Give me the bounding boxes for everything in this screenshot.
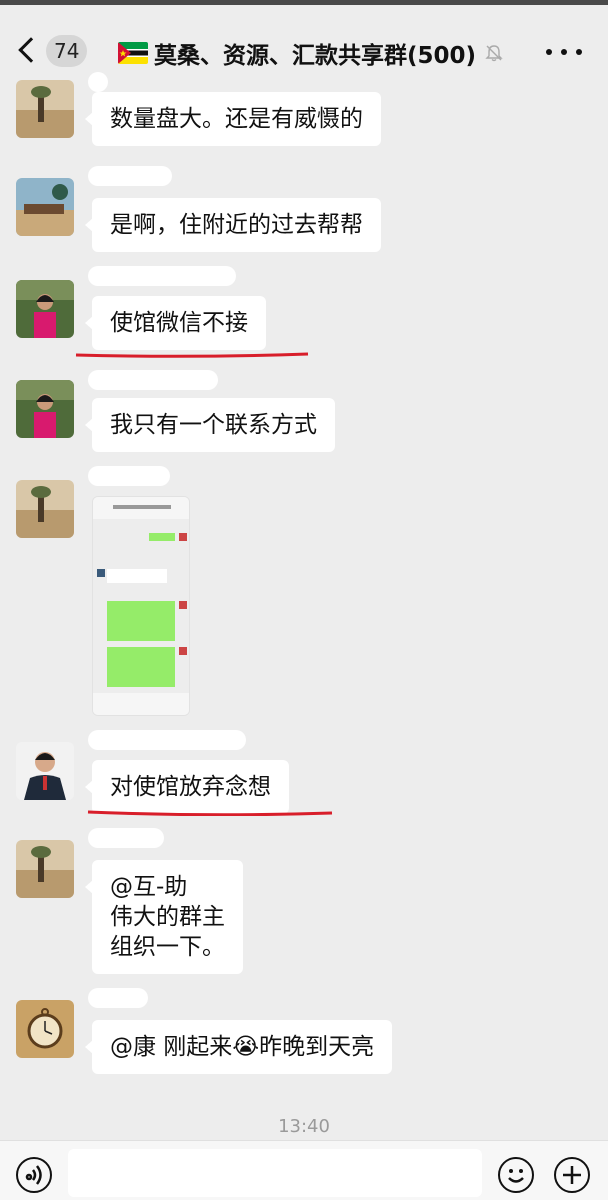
emoji-icon[interactable] xyxy=(498,1157,534,1193)
landscape-horse-avatar[interactable] xyxy=(16,80,74,138)
message-bubble[interactable]: @康 刚起来😭昨晚到天亮 xyxy=(84,1020,393,1074)
red-underline-annotation xyxy=(75,352,309,358)
chat-screenshot-image[interactable] xyxy=(92,496,190,716)
more-dots-icon[interactable] xyxy=(546,49,582,59)
nickname-blurred xyxy=(88,988,148,1008)
message-bubble[interactable]: 是啊，住附近的过去帮帮 xyxy=(85,198,381,252)
nickname-blurred xyxy=(88,72,108,92)
beach-avatar[interactable] xyxy=(16,178,74,236)
landscape-horse-avatar[interactable] xyxy=(16,840,74,898)
landscape-horse-avatar[interactable] xyxy=(16,480,74,538)
mozambique-flag-icon xyxy=(118,42,148,64)
nickname-blurred xyxy=(88,166,172,186)
back-button[interactable]: 74 xyxy=(14,31,94,71)
unread-count-badge: 74 xyxy=(46,35,88,67)
woman-pink-avatar[interactable] xyxy=(16,280,74,338)
man-suit-avatar[interactable] xyxy=(16,742,74,800)
message-timestamp: 13:40 xyxy=(278,1116,330,1137)
message-bubble[interactable]: 使馆微信不接 xyxy=(85,296,266,350)
nickname-blurred xyxy=(88,730,246,750)
voice-icon[interactable] xyxy=(16,1157,52,1193)
message-bubble[interactable]: 我只有一个联系方式 xyxy=(85,398,335,452)
bell-slash-icon xyxy=(485,45,503,62)
group-title-wrap[interactable]: 莫桑、资源、汇款共享群(500) xyxy=(118,35,518,71)
nickname-blurred xyxy=(88,370,218,390)
nickname-blurred xyxy=(88,828,164,848)
plus-icon[interactable] xyxy=(554,1157,590,1193)
message-bubble[interactable]: 对使馆放弃念想 xyxy=(85,760,289,814)
group-title: 莫桑、资源、汇款共享群(500) xyxy=(154,43,477,69)
nickname-blurred xyxy=(88,266,236,286)
nickname-blurred xyxy=(88,466,170,486)
chevron-left-icon xyxy=(18,37,44,63)
red-underline-annotation xyxy=(87,810,333,816)
input-bar xyxy=(0,1140,608,1200)
woman-pink-avatar[interactable] xyxy=(16,380,74,438)
pocket-watch-avatar[interactable] xyxy=(16,1000,74,1058)
message-bubble[interactable]: @互-助 伟大的群主 组织一下。 xyxy=(85,860,243,974)
message-bubble[interactable]: 数量盘大。还是有威慑的 xyxy=(85,92,381,146)
message-input[interactable] xyxy=(68,1149,482,1197)
